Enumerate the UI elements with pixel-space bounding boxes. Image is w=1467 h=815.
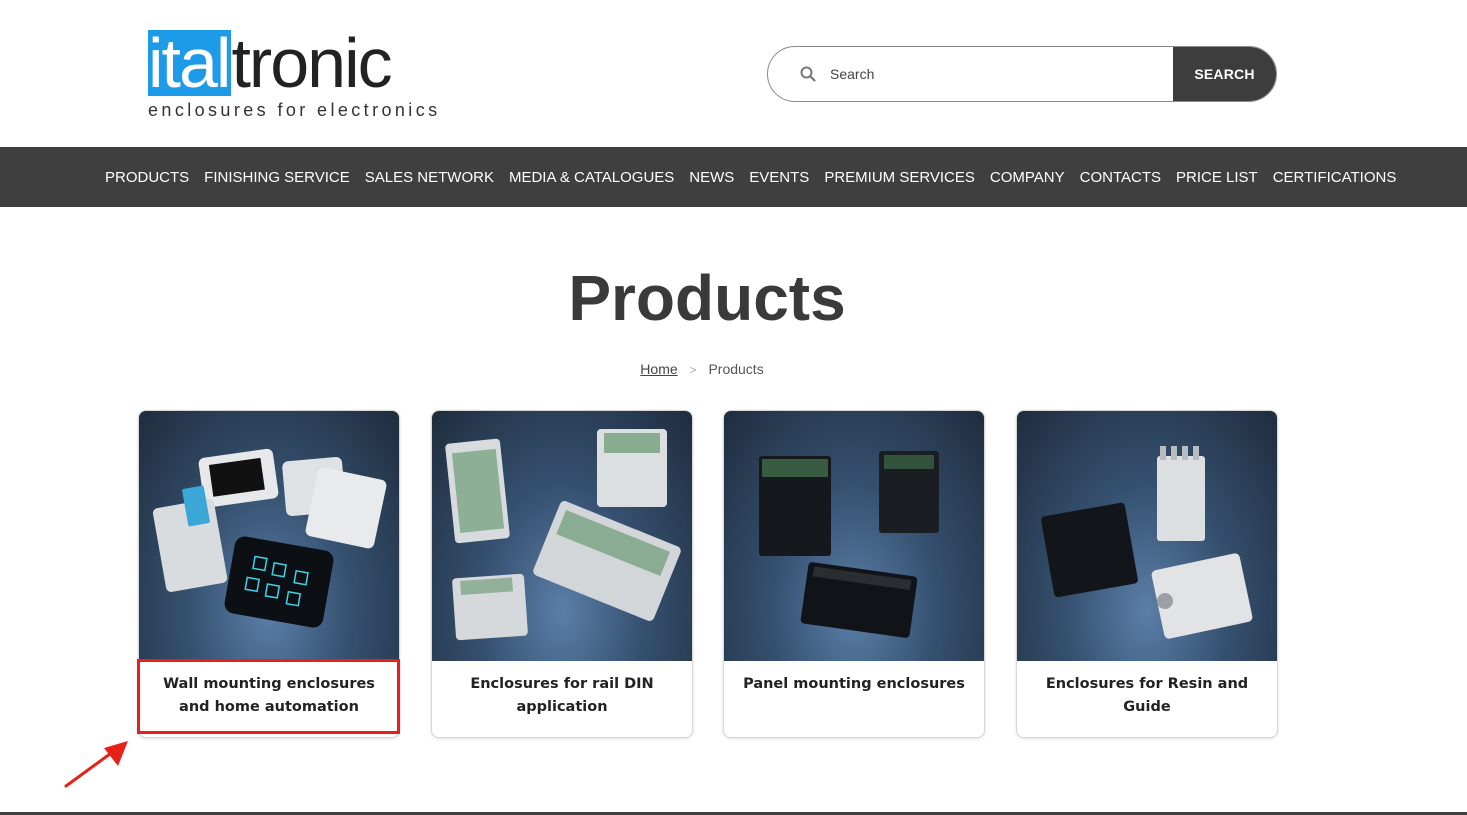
breadcrumb-separator: > — [689, 363, 697, 377]
product-card-din-rail[interactable]: Enclosures for rail DIN application — [431, 410, 693, 738]
product-image-wall-mounting — [139, 411, 399, 661]
product-image-din-rail — [432, 411, 692, 661]
nav-item-sales-network[interactable]: SALES NETWORK — [365, 169, 494, 186]
product-card-title: Panel mounting enclosures — [743, 676, 965, 692]
page-title: Products — [568, 262, 846, 334]
search-button[interactable]: SEARCH — [1173, 47, 1276, 101]
nav-item-price-list[interactable]: PRICE LIST — [1176, 169, 1258, 186]
logo-ital: ital — [148, 24, 231, 102]
italtronic-logo[interactable]: ital tronic enclosures for electronics — [148, 24, 448, 122]
logo-tagline: enclosures for electronics — [148, 100, 441, 120]
product-image-panel-mounting — [724, 411, 984, 661]
search-icon — [768, 47, 818, 101]
search-input[interactable] — [818, 47, 1173, 101]
search-bar: SEARCH — [767, 46, 1277, 102]
logo-tronic: tronic — [231, 24, 392, 102]
breadcrumb-home-link[interactable]: Home — [640, 361, 677, 377]
nav-item-company[interactable]: COMPANY — [990, 169, 1065, 186]
nav-item-events[interactable]: EVENTS — [749, 169, 809, 186]
nav-item-certifications[interactable]: CERTIFICATIONS — [1273, 169, 1397, 186]
nav-item-media-catalogues[interactable]: MEDIA & CATALOGUES — [509, 169, 674, 186]
product-card-title: Enclosures for rail DIN application — [470, 676, 654, 715]
nav-item-products[interactable]: PRODUCTS — [105, 169, 189, 186]
product-card-resin-guide[interactable]: Enclosures for Resin and Guide — [1016, 410, 1278, 738]
nav-item-finishing-service[interactable]: FINISHING SERVICE — [204, 169, 350, 186]
annotation-arrow-icon — [64, 741, 128, 788]
product-card-title: Enclosures for Resin and Guide — [1045, 676, 1249, 715]
product-image-resin-guide — [1017, 411, 1277, 661]
nav-item-contacts[interactable]: CONTACTS — [1080, 169, 1161, 186]
breadcrumb-current: Products — [708, 361, 764, 377]
nav-item-news[interactable]: NEWS — [689, 169, 734, 186]
product-card-title: Wall mounting enclosures and home automa… — [163, 676, 375, 715]
product-card-wall-mounting[interactable]: Wall mounting enclosures and home automa… — [138, 410, 400, 738]
product-card-panel-mounting[interactable]: Panel mounting enclosures — [723, 410, 985, 738]
nav-item-premium-services[interactable]: PREMIUM SERVICES — [824, 169, 975, 186]
main-nav: PRODUCTS FINISHING SERVICE SALES NETWORK… — [0, 147, 1467, 207]
breadcrumb: Home > Products — [0, 361, 1404, 377]
